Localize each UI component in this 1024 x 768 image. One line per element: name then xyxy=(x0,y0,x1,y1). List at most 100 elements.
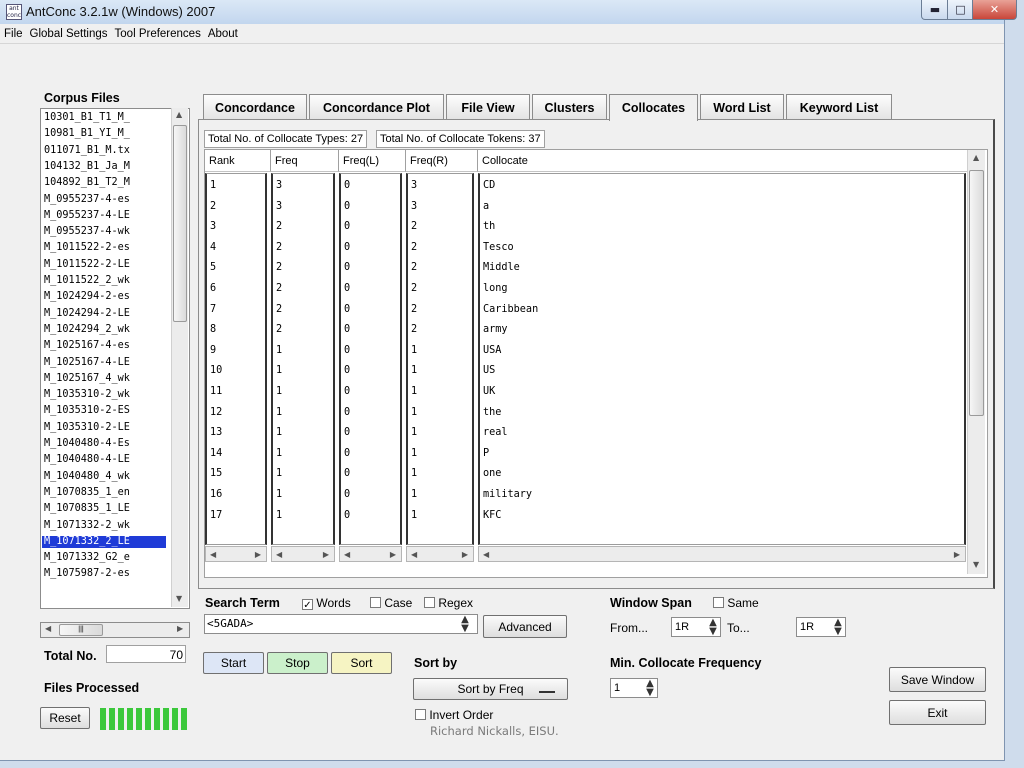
scroll-left-icon[interactable]: ◀ xyxy=(483,550,489,559)
tab-concordance-plot[interactable]: Concordance Plot xyxy=(309,94,444,120)
case-option[interactable]: Case xyxy=(370,596,412,610)
from-span-input[interactable]: 1R ▲ ▼ xyxy=(671,617,721,637)
min-frequency-spinner-icon[interactable]: ▲ ▼ xyxy=(643,679,657,699)
column-freq-r-values[interactable]: 3 3 2 2 2 2 2 2 1 1 1 1 1 1 1 1 1 xyxy=(406,173,474,545)
scroll-up-icon[interactable]: ▲ xyxy=(176,110,182,119)
scroll-right-icon[interactable]: ▶ xyxy=(255,550,261,559)
save-window-button[interactable]: Save Window xyxy=(889,667,986,692)
start-button[interactable]: Start xyxy=(203,652,264,674)
scroll-right-icon[interactable]: ▶ xyxy=(177,624,183,633)
scroll-left-icon[interactable]: ◀ xyxy=(344,550,350,559)
scroll-up-icon[interactable]: ▲ xyxy=(973,153,979,162)
advanced-button[interactable]: Advanced xyxy=(483,615,567,638)
corpus-file-item[interactable]: M_1070835_1_LE xyxy=(44,503,130,515)
words-checkbox[interactable]: ✓ xyxy=(302,599,313,611)
sort-button[interactable]: Sort xyxy=(331,652,392,674)
scrollbar-thumb[interactable] xyxy=(969,170,984,416)
search-term-input[interactable]: <5GADA> xyxy=(204,614,478,634)
tab-word-list[interactable]: Word List xyxy=(700,94,784,120)
column-freq-r-scrollbar[interactable]: ◀ ▶ xyxy=(406,546,474,562)
menu-tool-preferences[interactable]: Tool Preferences xyxy=(111,28,204,40)
column-rank-scrollbar[interactable]: ◀ ▶ xyxy=(205,546,267,562)
scrollbar-thumb[interactable] xyxy=(173,125,187,322)
corpus-file-item[interactable]: M_1040480_4_wk xyxy=(44,471,130,483)
corpus-file-item[interactable]: M_1011522-2-LE xyxy=(44,259,130,271)
reset-button[interactable]: Reset xyxy=(40,707,90,729)
regex-option[interactable]: Regex xyxy=(424,596,473,610)
scroll-down-icon[interactable]: ▼ xyxy=(176,594,182,603)
regex-checkbox[interactable] xyxy=(424,597,435,608)
corpus-file-item[interactable]: M_0955237-4-LE xyxy=(44,210,130,222)
corpus-file-item[interactable]: M_1024294-2-es xyxy=(44,291,130,303)
corpus-file-item[interactable]: 011071_B1_M.tx xyxy=(44,145,130,157)
corpus-file-item[interactable]: M_1071332_2_LE xyxy=(42,535,166,548)
corpus-file-item[interactable]: 104132_B1_Ja_M xyxy=(44,161,130,173)
words-option[interactable]: ✓ Words xyxy=(302,596,351,611)
scroll-left-icon[interactable]: ◀ xyxy=(45,624,51,633)
invert-order-checkbox[interactable] xyxy=(415,709,426,720)
minimize-button[interactable]: ▬ xyxy=(921,0,949,20)
corpus-file-item[interactable]: M_1024294_2_wk xyxy=(44,324,130,336)
column-header-freq[interactable]: Freq xyxy=(271,150,339,172)
column-freq-l-scrollbar[interactable]: ◀ ▶ xyxy=(339,546,402,562)
corpus-file-item[interactable]: M_1035310-2-ES xyxy=(44,405,130,417)
corpus-file-item[interactable]: M_1011522-2-es xyxy=(44,242,130,254)
column-rank-values[interactable]: 1 2 3 4 5 6 7 8 9 10 11 12 13 14 15 16 17 xyxy=(205,173,267,545)
scroll-right-icon[interactable]: ▶ xyxy=(954,550,960,559)
corpus-list-horizontal-scrollbar[interactable]: ◀ ||| ▶ xyxy=(40,622,190,638)
column-freq-scrollbar[interactable]: ◀ ▶ xyxy=(271,546,335,562)
menu-about[interactable]: About xyxy=(204,28,241,40)
tab-clusters[interactable]: Clusters xyxy=(532,94,607,120)
corpus-file-item[interactable]: M_1025167-4-LE xyxy=(44,357,130,369)
tab-file-view[interactable]: File View xyxy=(446,94,530,120)
scroll-right-icon[interactable]: ▶ xyxy=(390,550,396,559)
column-collocate-scrollbar[interactable]: ◀ ▶ xyxy=(478,546,966,562)
column-header-freq-l[interactable]: Freq(L) xyxy=(339,150,406,172)
exit-button[interactable]: Exit xyxy=(889,700,986,725)
corpus-file-item[interactable]: M_1035310-2_wk xyxy=(44,389,130,401)
search-history-spinner-icon[interactable]: ▲ ▼ xyxy=(458,615,472,635)
corpus-file-item[interactable]: M_1035310-2-LE xyxy=(44,422,130,434)
column-header-collocate[interactable]: Collocate xyxy=(478,150,968,172)
close-button[interactable]: ✕ xyxy=(972,0,1017,20)
from-spinner-icon[interactable]: ▲ ▼ xyxy=(706,618,720,638)
corpus-file-item[interactable]: 10301_B1_T1_M_ xyxy=(44,112,130,124)
corpus-file-item[interactable]: 104892_B1_T2_M xyxy=(44,177,130,189)
to-spinner-icon[interactable]: ▲ ▼ xyxy=(831,618,845,638)
scroll-left-icon[interactable]: ◀ xyxy=(210,550,216,559)
corpus-file-item[interactable]: M_0955237-4-es xyxy=(44,194,130,206)
corpus-file-item[interactable]: M_1075987-2-es xyxy=(44,568,130,580)
corpus-file-item[interactable]: M_1025167-4-es xyxy=(44,340,130,352)
corpus-file-item[interactable]: 10981_B1_YI_M_ xyxy=(44,128,130,140)
scrollbar-thumb-grip-icon[interactable]: ||| xyxy=(59,624,103,636)
antconc-app-icon[interactable]: ant conc xyxy=(6,4,22,20)
column-freq-values[interactable]: 3 3 2 2 2 2 2 2 1 1 1 1 1 1 1 1 1 xyxy=(271,173,335,545)
menu-global-settings[interactable]: Global Settings xyxy=(26,28,111,40)
scroll-down-icon[interactable]: ▼ xyxy=(973,560,979,569)
corpus-file-item[interactable]: M_1025167_4_wk xyxy=(44,373,130,385)
corpus-file-item[interactable]: M_1011522_2_wk xyxy=(44,275,130,287)
tab-keyword-list[interactable]: Keyword List xyxy=(786,94,892,120)
results-vertical-scrollbar[interactable]: ▲ ▼ xyxy=(967,150,985,574)
same-option[interactable]: Same xyxy=(713,596,759,610)
scroll-right-icon[interactable]: ▶ xyxy=(462,550,468,559)
column-freq-l-values[interactable]: 0 0 0 0 0 0 0 0 0 0 0 0 0 0 0 0 0 xyxy=(339,173,402,545)
sort-by-select[interactable]: Sort by Freq xyxy=(413,678,568,700)
scroll-right-icon[interactable]: ▶ xyxy=(323,550,329,559)
menu-file[interactable]: File xyxy=(0,28,26,40)
tab-collocates[interactable]: Collocates xyxy=(609,94,698,121)
corpus-file-item[interactable]: M_1040480-4-LE xyxy=(44,454,130,466)
corpus-list-vertical-scrollbar[interactable]: ▲ ▼ xyxy=(171,108,188,607)
corpus-file-list[interactable]: 10301_B1_T1_M_ 10981_B1_YI_M_ 011071_B1_M.… xyxy=(40,108,190,609)
corpus-file-item[interactable]: M_1024294-2-LE xyxy=(44,308,130,320)
corpus-file-item[interactable]: M_1071332-2_wk xyxy=(44,520,130,532)
column-collocate-values[interactable]: CD a th Tesco Middle long Caribbean army USA US UK… xyxy=(478,173,966,545)
stop-button[interactable]: Stop xyxy=(267,652,328,674)
scroll-left-icon[interactable]: ◀ xyxy=(276,550,282,559)
scroll-left-icon[interactable]: ◀ xyxy=(411,550,417,559)
case-checkbox[interactable] xyxy=(370,597,381,608)
corpus-file-item[interactable]: M_1040480-4-Es xyxy=(44,438,130,450)
column-header-freq-r[interactable]: Freq(R) xyxy=(406,150,478,172)
corpus-file-item[interactable]: M_1070835_1_en xyxy=(44,487,130,499)
tab-concordance[interactable]: Concordance xyxy=(203,94,307,120)
